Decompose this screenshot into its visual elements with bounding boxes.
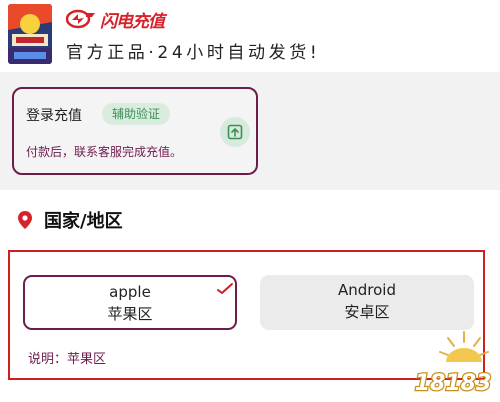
checkmark-icon: [217, 283, 233, 294]
region-option-apple[interactable]: apple 苹果区: [23, 275, 237, 330]
option-android-label: Android: [338, 281, 396, 299]
brand-logo: 闪电充值: [66, 8, 165, 32]
svg-text:18183: 18183: [415, 371, 492, 396]
region-title: 国家/地区: [44, 211, 123, 232]
region-note: 说明：苹果区: [28, 352, 107, 367]
export-button[interactable]: [220, 117, 250, 147]
option-android-sublabel: 安卓区: [344, 303, 390, 321]
location-pin-icon: [18, 211, 32, 229]
game-cover-icon: [8, 4, 52, 64]
header: 闪电充值 官方正品·24小时自动发货!: [0, 0, 500, 72]
region-heading: 国家/地区: [18, 207, 123, 233]
option-apple-sublabel: 苹果区: [107, 305, 153, 323]
recharge-note: 付款后，联系客服完成充值。: [26, 145, 183, 159]
recharge-title: 登录充值: [26, 108, 82, 124]
brand-logo-icon: [66, 9, 95, 29]
tagline: 官方正品·24小时自动发货!: [66, 43, 321, 63]
login-recharge-card[interactable]: 登录充值 辅助验证 付款后，联系客服完成充值。: [12, 87, 258, 175]
assist-badge: 辅助验证: [102, 103, 171, 125]
watermark-logo: 18183: [413, 331, 493, 397]
region-option-android[interactable]: Android 安卓区: [260, 275, 474, 330]
option-apple-label: apple: [109, 283, 151, 301]
brand-name: 闪电充值: [100, 11, 165, 32]
export-icon: [227, 124, 243, 140]
